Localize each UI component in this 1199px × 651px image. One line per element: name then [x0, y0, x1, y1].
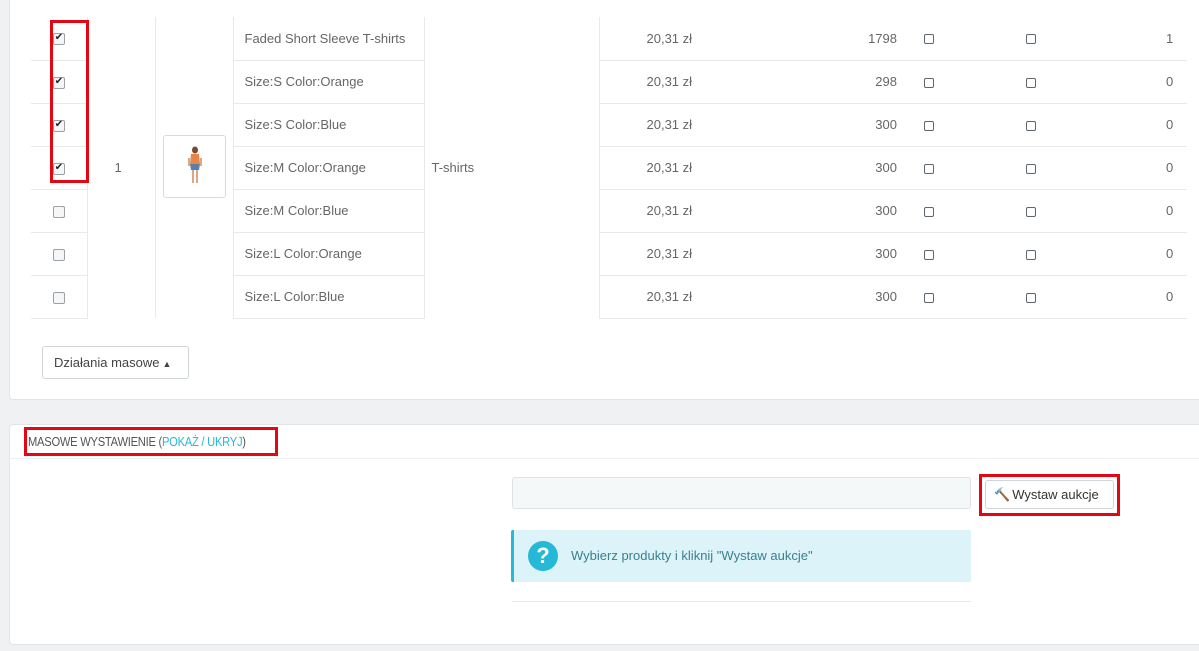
header-divider — [10, 458, 1199, 459]
product-price: 20,31 zł — [598, 17, 699, 60]
row-count: 0 — [1147, 102, 1187, 146]
option-checkbox-cell-1 — [901, 274, 1009, 319]
bulk-actions-label: Działania masowe — [54, 355, 160, 370]
option-checkbox-1[interactable] — [924, 77, 934, 88]
product-id: 1 — [86, 17, 155, 318]
option-checkbox-2[interactable] — [1026, 292, 1036, 303]
option-checkbox-cell-2 — [1009, 102, 1147, 146]
row-count: 0 — [1147, 274, 1187, 319]
show-hide-link[interactable]: POKAŻ / UKRYJ — [162, 434, 243, 449]
option-checkbox-cell-2 — [1009, 188, 1147, 232]
product-quantity: 300 — [699, 145, 901, 189]
mass-listing-title: MASOWE WYSTAWIENIE — [28, 434, 156, 449]
product-price: 20,31 zł — [598, 188, 699, 232]
info-alert: ? Wybierz produkty i kliknij "Wystaw auk… — [511, 530, 971, 582]
product-name: Size:S Color:Orange — [232, 59, 424, 103]
product-price: 20,31 zł — [598, 102, 699, 146]
row-select-cell — [31, 59, 87, 103]
row-select-cell — [31, 17, 87, 60]
option-checkbox-cell-1 — [901, 231, 1009, 275]
option-checkbox-2[interactable] — [1026, 77, 1036, 88]
row-count: 1 — [1166, 30, 1174, 46]
product-name: Faded Short Sleeve T-shirts — [232, 17, 424, 60]
product-quantity: 300 — [699, 274, 901, 319]
row-select-cell — [31, 145, 87, 189]
hammer-icon: 🔨 — [994, 488, 1011, 503]
option-checkbox-cell-1 — [901, 17, 1009, 60]
row-count: 0 — [1147, 231, 1187, 275]
row-count: 0 — [1147, 188, 1187, 232]
product-quantity: 300 — [699, 102, 901, 146]
question-circle-icon: ? — [528, 541, 558, 571]
product-price: 20,31 zł — [598, 274, 699, 319]
product-name: Size:M Color:Blue — [232, 188, 424, 232]
product-name: Size:S Color:Blue — [232, 102, 424, 146]
row-select-checkbox[interactable] — [52, 76, 65, 89]
info-text: Wybierz produkty i kliknij "Wystaw aukcj… — [571, 548, 813, 563]
row-count: 0 — [1147, 145, 1187, 189]
product-category: T-shirts — [423, 17, 599, 318]
option-checkbox-2[interactable] — [1026, 34, 1036, 45]
product-image-cell — [154, 17, 233, 318]
product-quantity: 298 — [699, 59, 901, 103]
product-photo-woman-thumbnail[interactable] — [162, 134, 226, 198]
product-quantity: 300 — [699, 188, 901, 232]
submit-auctions-label: Wystaw aukcje — [1012, 487, 1099, 502]
product-name: Size:L Color:Blue — [232, 274, 424, 319]
mass-listing-header: MASOWE WYSTAWIENIE (POKAŻ / UKRYJ) — [28, 434, 246, 449]
submit-auctions-button[interactable]: 🔨 Wystaw aukcje — [985, 480, 1114, 509]
option-checkbox-2[interactable] — [1026, 120, 1036, 131]
row-select-checkbox[interactable] — [52, 205, 65, 218]
product-price: 20,31 zł — [598, 231, 699, 275]
option-checkbox-1[interactable] — [924, 34, 934, 45]
option-checkbox-cell-1 — [901, 102, 1009, 146]
bulk-actions-button[interactable]: Działania masowe ▲ — [42, 346, 189, 379]
option-checkbox-2[interactable] — [1026, 206, 1036, 217]
product-price: 20,31 zł — [598, 59, 699, 103]
option-checkbox-1[interactable] — [924, 292, 934, 303]
row-select-cell — [31, 274, 87, 319]
row-select-checkbox[interactable] — [52, 119, 65, 132]
option-checkbox-cell-2 — [1009, 17, 1147, 60]
option-checkbox-cell-2 — [1009, 231, 1147, 275]
row-select-checkbox[interactable] — [52, 248, 65, 261]
caret-up-icon: ▲ — [162, 359, 172, 369]
row-select-cell — [31, 102, 87, 146]
option-checkbox-1[interactable] — [924, 206, 934, 217]
table-row: 1 Faded Short Sleeve T-shirtsT-shirts20,3… — [31, 17, 1187, 318]
option-checkbox-cell-2 — [1009, 274, 1147, 319]
product-quantity: 1798 — [868, 30, 897, 46]
option-checkbox-1[interactable] — [924, 163, 934, 174]
info-divider — [512, 601, 971, 602]
option-checkbox-cell-1 — [901, 145, 1009, 189]
row-select-checkbox[interactable] — [52, 32, 65, 46]
products-table: 1 Faded Short Sleeve T-shirtsT-shirts20,3… — [31, 17, 1187, 319]
option-checkbox-cell-2 — [1009, 59, 1147, 103]
option-checkbox-cell-1 — [901, 188, 1009, 232]
row-select-cell — [31, 231, 87, 275]
product-price: 20,31 zł — [598, 145, 699, 189]
option-checkbox-2[interactable] — [1026, 249, 1036, 260]
product-quantity: 300 — [699, 231, 901, 275]
row-select-cell — [31, 188, 87, 232]
option-checkbox-2[interactable] — [1026, 163, 1036, 174]
option-checkbox-cell-2 — [1009, 145, 1147, 189]
option-checkbox-1[interactable] — [924, 249, 934, 260]
product-name: Size:M Color:Orange — [232, 145, 424, 189]
row-select-checkbox[interactable] — [52, 291, 65, 304]
row-count: 0 — [1147, 59, 1187, 103]
auction-progress-field[interactable] — [512, 477, 971, 509]
option-checkbox-1[interactable] — [924, 120, 934, 131]
product-name: Size:L Color:Orange — [232, 231, 424, 275]
option-checkbox-cell-1 — [901, 59, 1009, 103]
row-select-checkbox[interactable] — [52, 162, 65, 175]
